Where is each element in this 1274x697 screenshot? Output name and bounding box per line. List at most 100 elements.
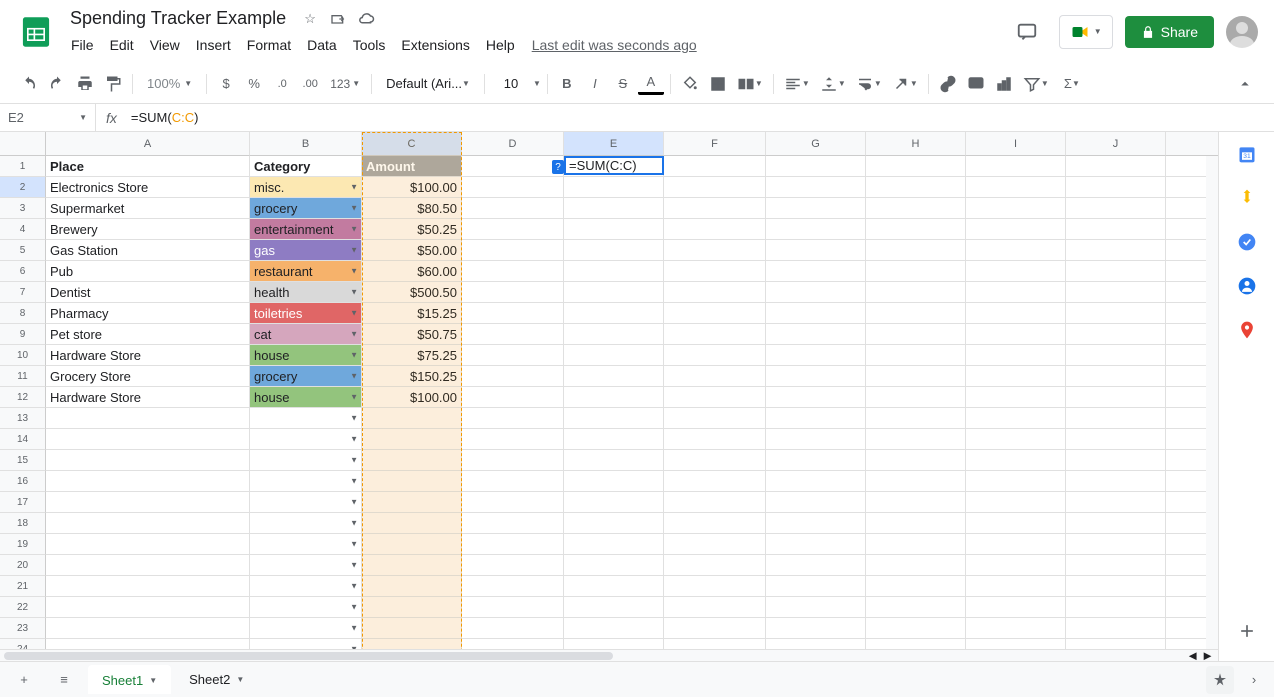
- cell-B23[interactable]: ▼: [250, 618, 362, 639]
- explore-button[interactable]: [1206, 666, 1234, 694]
- cell-A5[interactable]: Gas Station: [46, 240, 250, 261]
- cell-G9[interactable]: [766, 324, 866, 345]
- category-dropdown-icon[interactable]: ▼: [350, 624, 358, 633]
- cell-J17[interactable]: [1066, 492, 1166, 513]
- cell-B10[interactable]: house▼: [250, 345, 362, 366]
- cell-E3[interactable]: [564, 198, 664, 219]
- cell-D11[interactable]: [462, 366, 564, 387]
- cell-I6[interactable]: [966, 261, 1066, 282]
- cell-G23[interactable]: [766, 618, 866, 639]
- row-header-6[interactable]: 6: [0, 261, 46, 282]
- cell-C15[interactable]: [362, 450, 462, 471]
- document-title[interactable]: Spending Tracker Example: [64, 6, 292, 31]
- row-header-20[interactable]: 20: [0, 555, 46, 576]
- cell-J22[interactable]: [1066, 597, 1166, 618]
- cell-H5[interactable]: [866, 240, 966, 261]
- cell-G15[interactable]: [766, 450, 866, 471]
- collapse-toolbar-button[interactable]: [1232, 71, 1258, 97]
- cell-F7[interactable]: [664, 282, 766, 303]
- col-header-C[interactable]: C: [362, 132, 462, 156]
- col-header-F[interactable]: F: [664, 132, 766, 156]
- cell-H13[interactable]: [866, 408, 966, 429]
- cell-F11[interactable]: [664, 366, 766, 387]
- cell-H18[interactable]: [866, 513, 966, 534]
- cell-A21[interactable]: [46, 576, 250, 597]
- cell-B17[interactable]: ▼: [250, 492, 362, 513]
- percent-button[interactable]: %: [241, 71, 267, 97]
- cell-I5[interactable]: [966, 240, 1066, 261]
- cell-E22[interactable]: [564, 597, 664, 618]
- cell-D13[interactable]: [462, 408, 564, 429]
- menu-format[interactable]: Format: [240, 33, 298, 57]
- cell-I21[interactable]: [966, 576, 1066, 597]
- cell-G1[interactable]: [766, 156, 866, 177]
- comments-icon[interactable]: [1007, 12, 1047, 52]
- cell-D23[interactable]: [462, 618, 564, 639]
- cell-A17[interactable]: [46, 492, 250, 513]
- cell-C21[interactable]: [362, 576, 462, 597]
- undo-button[interactable]: [16, 71, 42, 97]
- sheet-tab-sheet2[interactable]: Sheet2▼: [175, 665, 258, 694]
- chevron-down-icon[interactable]: ▼: [149, 676, 157, 685]
- cell-H20[interactable]: [866, 555, 966, 576]
- category-dropdown-icon[interactable]: ▼: [350, 267, 358, 276]
- cell-I18[interactable]: [966, 513, 1066, 534]
- cell-C9[interactable]: $50.75: [362, 324, 462, 345]
- cell-B5[interactable]: gas▼: [250, 240, 362, 261]
- select-all-corner[interactable]: [0, 132, 46, 156]
- cell-H1[interactable]: [866, 156, 966, 177]
- chart-button[interactable]: [991, 71, 1017, 97]
- cell-B16[interactable]: ▼: [250, 471, 362, 492]
- cell-A23[interactable]: [46, 618, 250, 639]
- cell-E19[interactable]: [564, 534, 664, 555]
- cell-B9[interactable]: cat▼: [250, 324, 362, 345]
- cell-H2[interactable]: [866, 177, 966, 198]
- row-header-7[interactable]: 7: [0, 282, 46, 303]
- cell-D3[interactable]: [462, 198, 564, 219]
- row-header-15[interactable]: 15: [0, 450, 46, 471]
- cell-H22[interactable]: [866, 597, 966, 618]
- cell-B14[interactable]: ▼: [250, 429, 362, 450]
- cell-F20[interactable]: [664, 555, 766, 576]
- cell-D14[interactable]: [462, 429, 564, 450]
- halign-button[interactable]: ▼: [780, 71, 814, 97]
- formula-input[interactable]: =SUM(C:C): [127, 110, 1274, 125]
- italic-button[interactable]: I: [582, 71, 608, 97]
- row-header-2[interactable]: 2: [0, 177, 46, 198]
- share-button[interactable]: Share: [1125, 16, 1214, 48]
- cell-E18[interactable]: [564, 513, 664, 534]
- cell-B11[interactable]: grocery▼: [250, 366, 362, 387]
- cell-A6[interactable]: Pub: [46, 261, 250, 282]
- cell-A12[interactable]: Hardware Store: [46, 387, 250, 408]
- redo-button[interactable]: [44, 71, 70, 97]
- cell-A11[interactable]: Grocery Store: [46, 366, 250, 387]
- row-header-1[interactable]: 1: [0, 156, 46, 177]
- cell-I9[interactable]: [966, 324, 1066, 345]
- cell-J19[interactable]: [1066, 534, 1166, 555]
- cell-G5[interactable]: [766, 240, 866, 261]
- all-sheets-button[interactable]: ≡: [48, 664, 80, 696]
- paint-format-button[interactable]: [100, 71, 126, 97]
- row-header-22[interactable]: 22: [0, 597, 46, 618]
- active-cell-editor[interactable]: ? =SUM(C:C): [564, 156, 664, 175]
- cell-E5[interactable]: [564, 240, 664, 261]
- cell-A20[interactable]: [46, 555, 250, 576]
- row-header-16[interactable]: 16: [0, 471, 46, 492]
- cell-C5[interactable]: $50.00: [362, 240, 462, 261]
- row-header-11[interactable]: 11: [0, 366, 46, 387]
- cell-I17[interactable]: [966, 492, 1066, 513]
- cell-E21[interactable]: [564, 576, 664, 597]
- cell-A14[interactable]: [46, 429, 250, 450]
- increase-decimal-button[interactable]: .00: [297, 71, 323, 97]
- cell-F23[interactable]: [664, 618, 766, 639]
- cell-J16[interactable]: [1066, 471, 1166, 492]
- cell-C22[interactable]: [362, 597, 462, 618]
- name-box[interactable]: E2▼: [0, 104, 96, 131]
- cell-H6[interactable]: [866, 261, 966, 282]
- category-dropdown-icon[interactable]: ▼: [350, 435, 358, 444]
- font-size-dropdown[interactable]: ▼: [533, 79, 541, 88]
- category-dropdown-icon[interactable]: ▼: [350, 204, 358, 213]
- menu-insert[interactable]: Insert: [189, 33, 238, 57]
- more-formats-button[interactable]: 123▼: [325, 71, 365, 97]
- cell-G11[interactable]: [766, 366, 866, 387]
